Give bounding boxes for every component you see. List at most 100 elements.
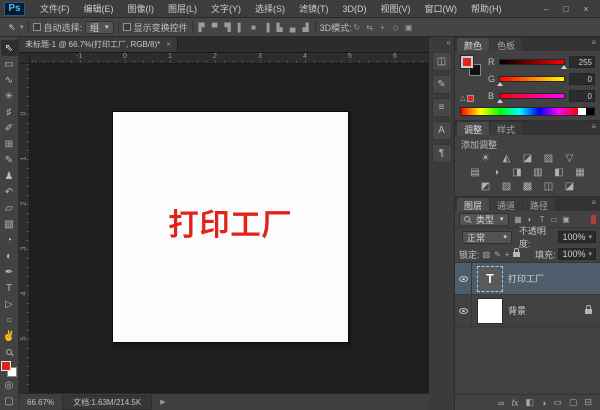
selective-color-icon[interactable]: ◪ xyxy=(562,180,577,193)
3d-slide-button[interactable]: ◇ xyxy=(391,23,401,32)
text-layer-thumbnail[interactable]: T xyxy=(477,265,503,292)
tool-dodge[interactable]: ◐ xyxy=(1,248,18,264)
canvas[interactable]: 打印工厂 xyxy=(113,112,348,342)
panel-menu-icon[interactable]: ≡ xyxy=(591,38,598,51)
gamut-color-swatch[interactable] xyxy=(467,95,475,102)
tool-path-selection[interactable]: ▷ xyxy=(1,296,18,312)
align-left-button[interactable]: ▛ xyxy=(197,23,207,32)
tool-history-brush[interactable]: ↶ xyxy=(1,184,18,200)
color-lookup-icon[interactable]: ▦ xyxy=(573,166,588,179)
close-button[interactable]: × xyxy=(580,4,592,14)
lock-position-button[interactable]: + xyxy=(505,250,510,259)
menu-layer[interactable]: 图层(L) xyxy=(161,2,204,15)
lock-pixels-button[interactable]: ✎ xyxy=(494,250,501,259)
lock-transparent-button[interactable]: ▨ xyxy=(483,250,491,259)
invert-icon[interactable]: ◩ xyxy=(478,180,493,193)
tool-clone-stamp[interactable]: ♟ xyxy=(1,168,18,184)
tab-adjustments[interactable]: 调整 xyxy=(457,122,490,135)
menu-3d[interactable]: 3D(D) xyxy=(336,4,374,14)
menu-type[interactable]: 文字(Y) xyxy=(204,2,248,15)
filter-smart-objects-button[interactable]: ▣ xyxy=(562,215,571,224)
panel-button-brush[interactable]: ✎ xyxy=(431,75,452,94)
tool-crop[interactable]: ♯ xyxy=(1,104,18,120)
blue-value-field[interactable]: 0 xyxy=(569,89,595,102)
slider-handle[interactable] xyxy=(561,64,567,69)
filter-pixel-layers-button[interactable]: ▦ xyxy=(514,215,523,224)
screen-mode-button[interactable]: ▢ xyxy=(1,393,18,409)
spectrum-gradient[interactable] xyxy=(461,108,578,115)
green-value-field[interactable]: 0 xyxy=(569,72,595,85)
tab-swatches[interactable]: 色板 xyxy=(490,38,523,51)
tool-preset-arrow-icon[interactable]: ▾ xyxy=(20,23,24,31)
show-transform-checkbox[interactable] xyxy=(122,23,131,31)
expand-panels-icon[interactable]: « xyxy=(447,38,454,48)
horizontal-ruler[interactable]: -1 0 1 2 3 4 5 6 xyxy=(30,53,429,64)
new-group-button[interactable]: ▭ xyxy=(553,397,562,408)
tool-quick-selection[interactable]: ✳ xyxy=(1,88,18,104)
hue-saturation-icon[interactable]: ▤ xyxy=(468,166,483,179)
brightness-contrast-icon[interactable]: ☀ xyxy=(478,152,493,165)
black-white-icon[interactable]: ◨ xyxy=(510,166,525,179)
layer-name[interactable]: 打印工厂 xyxy=(508,272,544,285)
menu-image[interactable]: 图像(I) xyxy=(121,2,162,15)
filter-adjustment-layers-button[interactable]: ◐ xyxy=(526,215,535,224)
panel-button-paragraph[interactable]: ¶ xyxy=(431,144,452,163)
status-menu-arrow-icon[interactable]: ▶ xyxy=(160,398,165,406)
tool-eyedropper[interactable]: ✐ xyxy=(1,120,18,136)
new-adjustment-layer-button[interactable]: ◑ xyxy=(541,398,546,408)
panel-button-history[interactable]: ◫ xyxy=(431,52,452,71)
align-center-h-button[interactable]: ▀ xyxy=(210,23,220,32)
distribute-left-button[interactable]: ▙ xyxy=(275,23,285,32)
quick-mask-button[interactable]: ◎ xyxy=(1,377,18,393)
threshold-icon[interactable]: ▩ xyxy=(520,180,535,193)
panel-menu-icon[interactable]: ≡ xyxy=(591,198,598,211)
menu-select[interactable]: 选择(S) xyxy=(248,2,292,15)
distribute-center-button[interactable]: ▄ xyxy=(288,23,298,32)
tab-color[interactable]: 颜色 xyxy=(457,38,490,51)
green-slider[interactable] xyxy=(497,75,565,86)
panel-button-character[interactable]: A xyxy=(431,121,452,140)
tool-hand[interactable]: ✌ xyxy=(1,328,18,344)
menu-window[interactable]: 窗口(W) xyxy=(418,2,465,15)
layer-style-button[interactable]: fx xyxy=(511,398,518,408)
minimize-button[interactable]: – xyxy=(540,4,552,14)
auto-select-checkbox[interactable] xyxy=(32,23,41,31)
photo-filter-icon[interactable]: ▥ xyxy=(531,166,546,179)
channel-mixer-icon[interactable]: ◧ xyxy=(552,166,567,179)
menu-file[interactable]: 文件(F) xyxy=(33,2,77,15)
vertical-ruler[interactable]: 0 1 2 3 4 5 xyxy=(19,64,30,393)
filter-shape-layers-button[interactable]: ▭ xyxy=(550,215,559,224)
color-spectrum-ramp[interactable] xyxy=(460,107,595,116)
align-center-v-button[interactable]: ■ xyxy=(249,23,259,32)
vibrance-icon[interactable]: ▽ xyxy=(562,152,577,165)
slider-handle[interactable] xyxy=(497,81,503,86)
spectrum-black[interactable] xyxy=(586,108,594,115)
new-layer-button[interactable]: ▢ xyxy=(569,397,578,408)
exposure-icon[interactable]: ▧ xyxy=(541,152,556,165)
slider-handle[interactable] xyxy=(497,98,503,103)
blue-slider[interactable] xyxy=(497,92,565,103)
panel-button-properties[interactable]: ≡ xyxy=(431,98,452,117)
red-value-field[interactable]: 255 xyxy=(569,55,595,68)
align-bottom-button[interactable]: ▐ xyxy=(262,23,272,32)
tool-marquee[interactable]: ▭ xyxy=(1,56,18,72)
levels-icon[interactable]: ◭ xyxy=(499,152,514,165)
color-balance-icon[interactable]: ◑ xyxy=(489,166,504,179)
align-right-button[interactable]: ▜ xyxy=(223,23,233,32)
tool-shape[interactable]: ○ xyxy=(1,312,18,328)
tab-layers[interactable]: 图层 xyxy=(457,198,490,211)
filter-type-layers-button[interactable]: T xyxy=(538,215,547,224)
filter-toggle-icon[interactable] xyxy=(591,214,596,224)
menu-help[interactable]: 帮助(H) xyxy=(464,2,509,15)
layer-row-background[interactable]: 背景 xyxy=(455,295,600,327)
tool-type[interactable]: T xyxy=(1,280,18,296)
layer-row-text[interactable]: T 打印工厂 xyxy=(455,263,600,295)
distribute-right-button[interactable]: ▟ xyxy=(301,23,311,32)
tool-lasso[interactable]: ∿ xyxy=(1,72,18,88)
tool-blur[interactable]: ◔ xyxy=(1,232,18,248)
3d-roll-button[interactable]: ⇆ xyxy=(365,23,375,32)
tool-gradient[interactable]: ▧ xyxy=(1,216,18,232)
menu-view[interactable]: 视图(V) xyxy=(374,2,418,15)
align-top-button[interactable]: ▌ xyxy=(236,23,246,32)
panel-menu-icon[interactable]: ≡ xyxy=(591,122,598,135)
